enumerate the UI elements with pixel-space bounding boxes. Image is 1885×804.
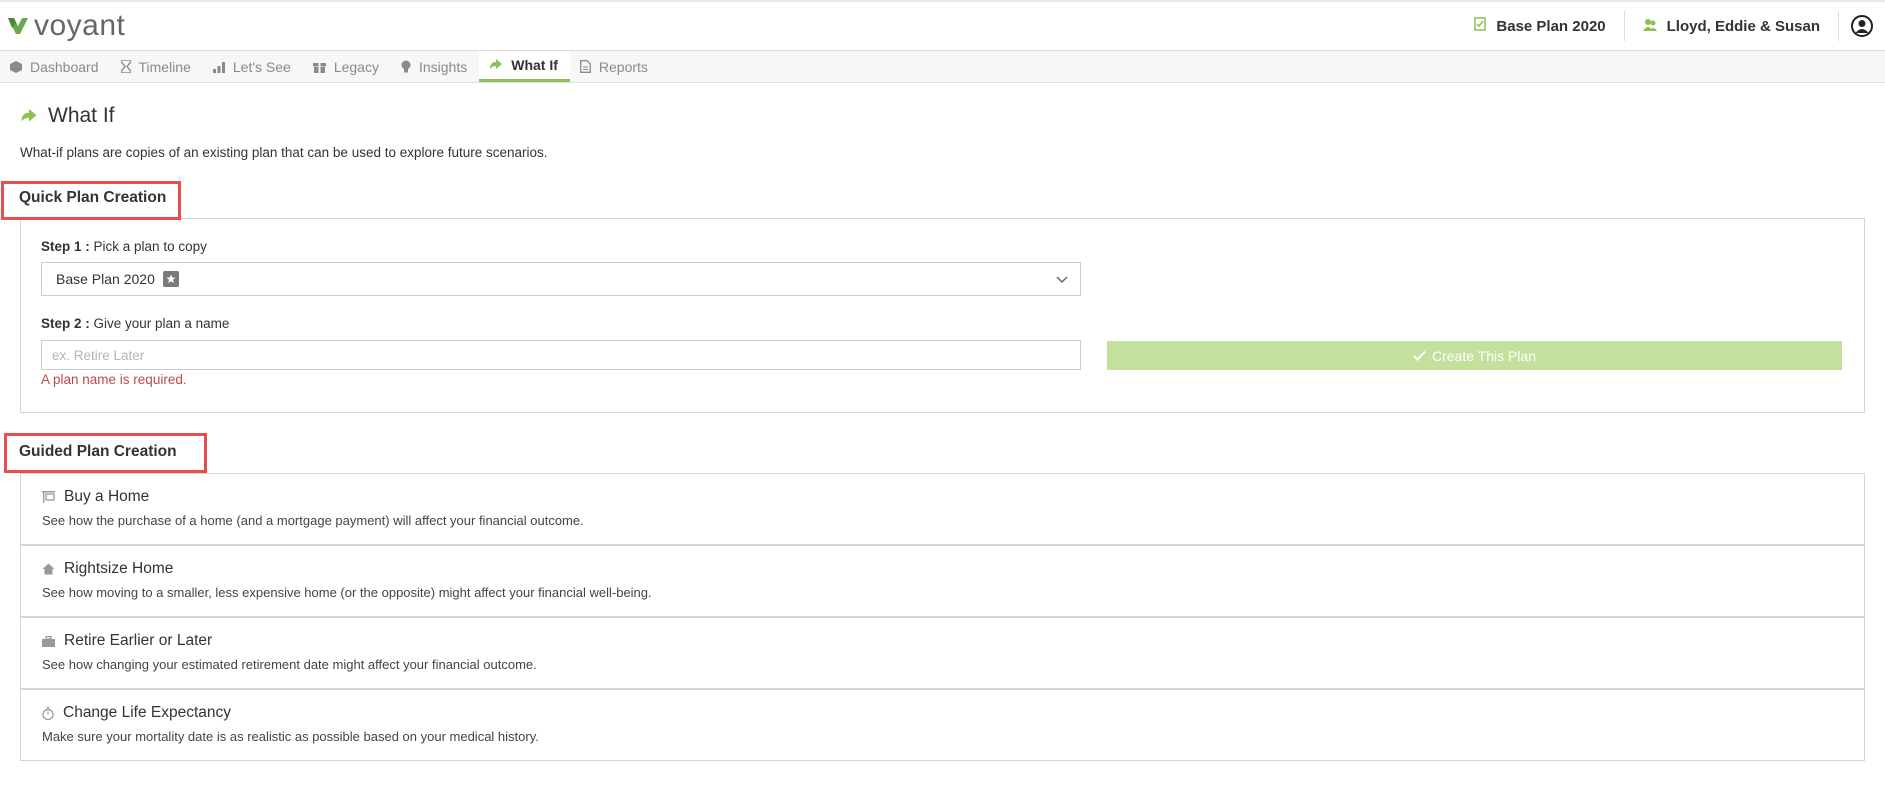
cube-icon — [10, 60, 22, 73]
tab-reports[interactable]: Reports — [570, 51, 660, 82]
bar-chart-icon — [212, 61, 225, 73]
tab-legacy[interactable]: Legacy — [303, 51, 391, 82]
quick-plan-title-highlight — [1, 181, 181, 220]
plan-select[interactable]: Base Plan 2020 — [41, 262, 1081, 296]
app-header: voyant Base Plan 2020 Lloyd, Eddie & Sus… — [0, 2, 1885, 51]
tab-label: Let's See — [232, 58, 291, 75]
people-icon — [1642, 18, 1657, 35]
guided-item-rightsize-home[interactable]: Rightsize Home See how moving to a small… — [20, 545, 1865, 617]
document-icon — [579, 60, 591, 73]
hourglass-icon — [120, 60, 131, 73]
tab-label: What If — [511, 57, 558, 73]
tab-what-if[interactable]: What If — [479, 51, 570, 82]
chevron-down-icon — [1056, 272, 1068, 288]
guided-item-title: Rightsize Home — [64, 560, 174, 577]
tab-label: Timeline — [138, 58, 191, 75]
guided-item-title: Change Life Expectancy — [63, 704, 232, 721]
create-plan-label: Create This Plan — [1431, 347, 1536, 364]
briefcase-icon — [42, 635, 55, 647]
voyant-logo-icon — [8, 18, 28, 34]
clients-button[interactable]: Lloyd, Eddie & Susan — [1625, 2, 1838, 50]
step2-label: Step 2 : Give your plan a name — [41, 316, 229, 331]
page-title: What If — [20, 104, 115, 128]
header-right: Base Plan 2020 Lloyd, Eddie & Susan — [1456, 2, 1885, 50]
guided-item-title: Retire Earlier or Later — [64, 632, 213, 649]
create-plan-button[interactable]: Create This Plan — [1107, 341, 1842, 370]
gift-icon — [312, 60, 326, 73]
guided-item-header: Change Life Expectancy — [42, 704, 231, 722]
tab-dashboard[interactable]: Dashboard — [0, 51, 111, 82]
tab-timeline[interactable]: Timeline — [111, 51, 203, 82]
tab-label: Insights — [418, 58, 468, 75]
base-plan-star-icon — [162, 271, 179, 287]
current-plan-label: Base Plan 2020 — [1496, 17, 1606, 35]
guided-item-description: See how the purchase of a home (and a mo… — [42, 513, 584, 528]
lightbulb-icon — [401, 60, 411, 73]
guided-item-header: Retire Earlier or Later — [42, 632, 212, 650]
voyant-logo[interactable]: voyant — [6, 9, 126, 42]
guided-item-header: Rightsize Home — [42, 560, 173, 578]
guided-item-description: See how changing your estimated retireme… — [42, 657, 537, 672]
plan-select-value: Base Plan 2020 — [56, 271, 155, 287]
checkmark-icon — [1413, 350, 1426, 361]
tab-label: Dashboard — [30, 58, 99, 75]
step2-number: Step 2 : — [41, 316, 90, 331]
step2-text: Give your plan a name — [93, 316, 230, 331]
guided-item-buy-home[interactable]: Buy a Home See how the purchase of a hom… — [20, 473, 1865, 545]
step1-label: Step 1 : Pick a plan to copy — [41, 239, 207, 254]
page-title-text: What If — [48, 104, 115, 127]
main-nav-tabs: Dashboard Timeline Let's See Legacy Insi… — [0, 51, 1885, 83]
guided-item-title: Buy a Home — [64, 488, 150, 505]
page-intro: What-if plans are copies of an existing … — [20, 145, 548, 160]
guided-item-change-life-expectancy[interactable]: Change Life Expectancy Make sure your mo… — [20, 689, 1865, 761]
plan-document-icon — [1474, 17, 1487, 35]
clients-label: Lloyd, Eddie & Susan — [1666, 17, 1820, 35]
plan-name-input[interactable] — [41, 340, 1081, 370]
plan-name-error: A plan name is required. — [41, 372, 187, 387]
tab-insights[interactable]: Insights — [391, 51, 479, 82]
what-if-icon — [21, 108, 37, 121]
stopwatch-icon — [42, 706, 54, 720]
user-avatar-icon — [1851, 15, 1873, 37]
tab-label: Reports — [598, 58, 648, 75]
house-icon — [42, 563, 55, 575]
logo-text: voyant — [34, 9, 126, 42]
sign-icon — [42, 491, 55, 503]
step1-text: Pick a plan to copy — [93, 239, 207, 254]
current-plan-button[interactable]: Base Plan 2020 — [1456, 2, 1623, 50]
guided-item-description: See how moving to a smaller, less expens… — [42, 585, 652, 600]
quick-plan-panel — [20, 218, 1865, 413]
guided-item-description: Make sure your mortality date is as real… — [42, 729, 539, 744]
guided-item-header: Buy a Home — [42, 488, 149, 506]
what-if-icon — [489, 59, 503, 71]
tab-lets-see[interactable]: Let's See — [203, 51, 303, 82]
tab-label: Legacy — [333, 58, 379, 75]
step1-number: Step 1 : — [41, 239, 90, 254]
guided-item-retire-earlier-later[interactable]: Retire Earlier or Later See how changing… — [20, 617, 1865, 689]
user-account-button[interactable] — [1839, 2, 1885, 50]
guided-plan-title-highlight — [4, 433, 207, 473]
